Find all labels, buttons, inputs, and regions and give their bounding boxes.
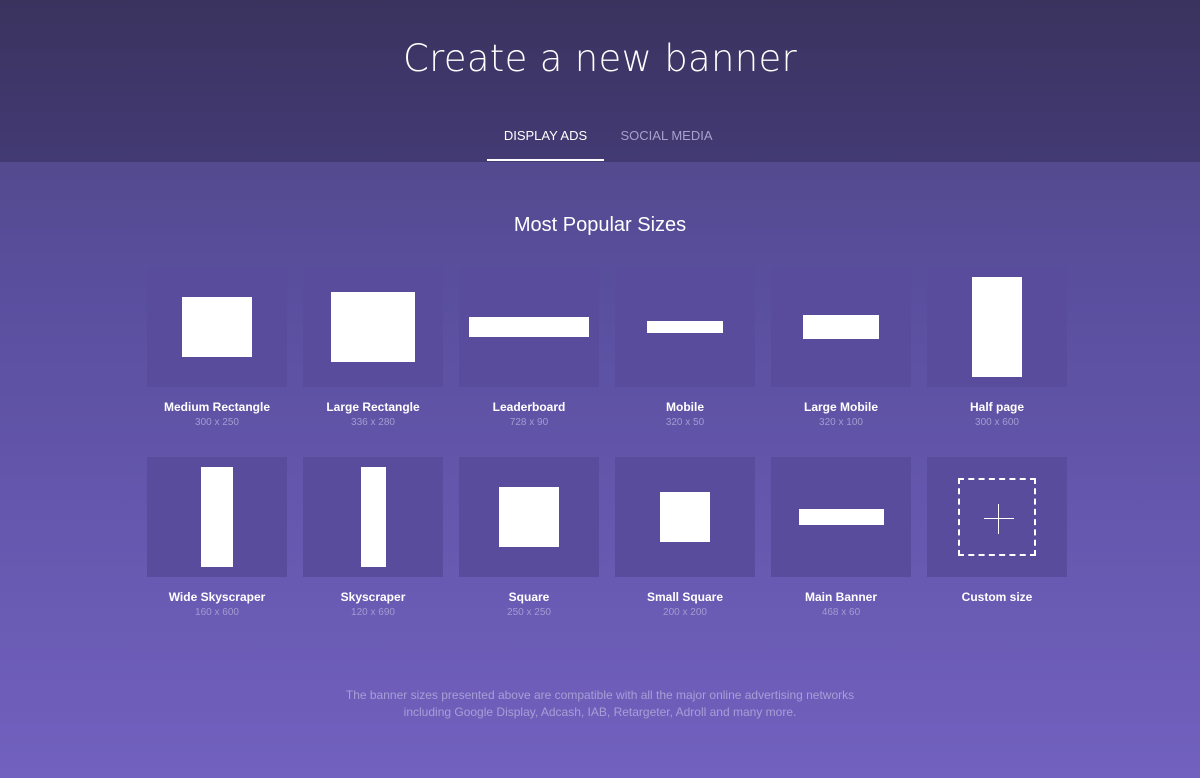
banner-preview-shape	[182, 297, 252, 357]
size-name: Mobile	[666, 400, 704, 414]
active-tab-indicator	[487, 159, 604, 161]
banner-preview-shape	[660, 492, 710, 542]
section-title: Most Popular Sizes	[513, 214, 687, 236]
banner-preview-shape	[499, 487, 559, 547]
page-title: Create a new banner	[402, 37, 798, 80]
size-name: Square	[508, 590, 550, 604]
banner-preview-shape	[331, 292, 415, 362]
size-card-medium-rectangle[interactable]	[147, 267, 287, 387]
banner-preview-shape	[803, 315, 879, 339]
size-name: Main Banner	[804, 590, 877, 604]
banner-preview-shape	[201, 467, 233, 567]
size-dimensions: 728 x 90	[509, 417, 549, 428]
size-dimensions: 250 x 250	[507, 607, 551, 618]
size-card-wide-skyscraper[interactable]	[147, 457, 287, 577]
custom-size-dashed-box	[958, 478, 1036, 556]
size-name: Wide Skyscraper	[168, 590, 266, 604]
size-dimensions: 320 x 100	[819, 417, 863, 428]
size-name: Leaderboard	[492, 400, 566, 414]
banner-preview-shape	[361, 467, 386, 567]
size-card-square[interactable]	[459, 457, 599, 577]
size-dimensions: 160 x 600	[195, 607, 239, 618]
footer-note: The banner sizes presented above are com…	[300, 687, 900, 721]
size-dimensions: 336 x 280	[351, 417, 395, 428]
size-name: Skyscraper	[340, 590, 406, 604]
size-name: Half page	[969, 400, 1024, 414]
size-name: Large Mobile	[803, 400, 878, 414]
size-name: Large Rectangle	[326, 400, 420, 414]
size-dimensions: 300 x 250	[195, 417, 239, 428]
size-card-custom-size[interactable]	[927, 457, 1067, 577]
size-name: Custom size	[961, 590, 1033, 604]
size-dimensions: 120 x 690	[351, 607, 395, 618]
footer-line: The banner sizes presented above are com…	[345, 688, 855, 702]
size-dimensions: 320 x 50	[665, 417, 705, 428]
tab-social-media[interactable]: SOCIAL MEDIA	[612, 128, 721, 143]
banner-preview-shape	[799, 509, 884, 525]
banner-preview-shape	[647, 321, 723, 333]
size-dimensions: 200 x 200	[663, 607, 707, 618]
size-card-large-rectangle[interactable]	[303, 267, 443, 387]
banner-preview-shape	[972, 277, 1022, 377]
size-card-main-banner[interactable]	[771, 457, 911, 577]
size-card-small-square[interactable]	[615, 457, 755, 577]
size-name: Medium Rectangle	[163, 400, 271, 414]
size-name: Small Square	[646, 590, 724, 604]
size-card-leaderboard[interactable]	[459, 267, 599, 387]
size-dimensions: 300 x 600	[975, 417, 1019, 428]
footer-line: including Google Display, Adcash, IAB, R…	[403, 705, 797, 719]
tab-display-ads[interactable]: DISPLAY ADS	[487, 128, 604, 143]
size-card-half-page[interactable]	[927, 267, 1067, 387]
header: Create a new banner DISPLAY ADS SOCIAL M…	[0, 0, 1200, 162]
size-card-mobile[interactable]	[615, 267, 755, 387]
banner-preview-shape	[469, 317, 589, 337]
size-dimensions: 468 x 60	[821, 607, 861, 618]
size-card-skyscraper[interactable]	[303, 457, 443, 577]
size-card-large-mobile[interactable]	[771, 267, 911, 387]
